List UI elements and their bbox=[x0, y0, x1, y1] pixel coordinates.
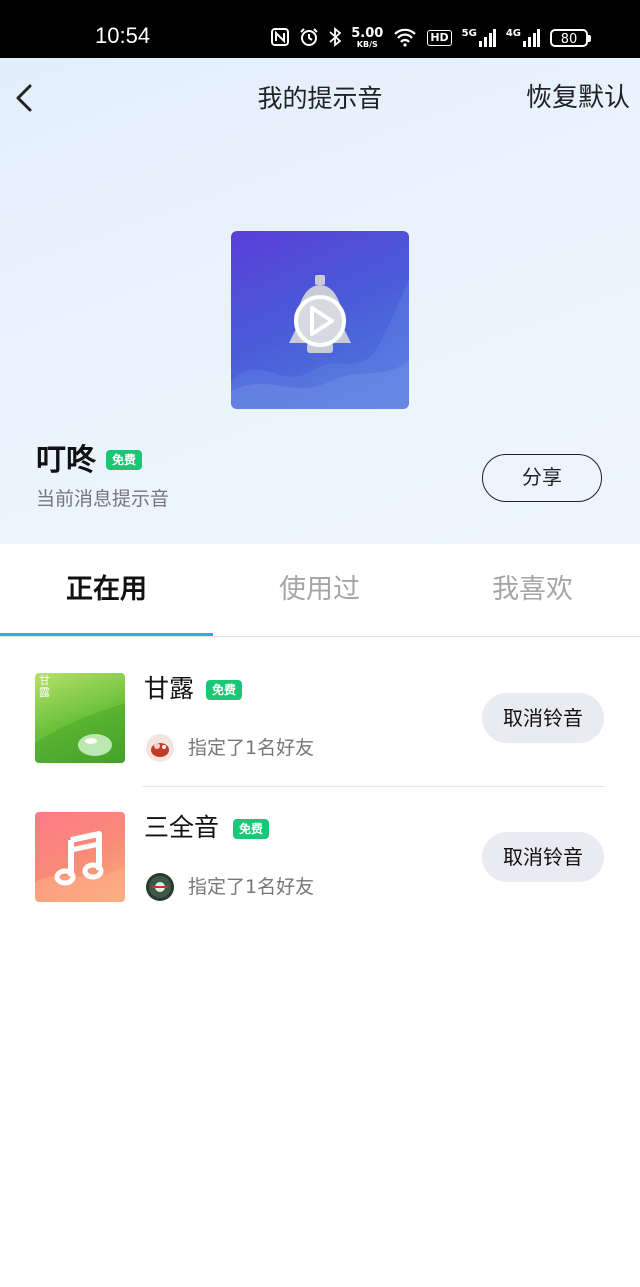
cancel-ringtone-button[interactable]: 取消铃音 bbox=[482, 693, 604, 743]
tab-bar: 正在用 使用过 我喜欢 bbox=[0, 544, 640, 637]
tone-name: 三全音 bbox=[144, 813, 220, 842]
tone-thumbnail: 甘露 bbox=[35, 673, 125, 763]
free-badge: 免费 bbox=[233, 819, 270, 839]
tab-used[interactable]: 使用过 bbox=[213, 544, 426, 636]
signal-5g-icon: 5G bbox=[462, 29, 496, 47]
tone-name: 甘露 bbox=[144, 674, 195, 703]
status-icons: 5.00 KB/S HD 5G 4G 80 bbox=[271, 24, 591, 52]
battery-icon: 80 bbox=[550, 29, 591, 47]
assigned-friends-text: 指定了1名好友 bbox=[188, 876, 315, 898]
signal-4g-icon: 4G bbox=[506, 29, 540, 47]
net-speed-unit: KB/S bbox=[356, 40, 378, 49]
tone-thumbnail bbox=[35, 812, 125, 902]
alarm-icon bbox=[299, 27, 319, 50]
current-tone-name: 叮咚 bbox=[36, 443, 96, 478]
tab-favorites[interactable]: 我喜欢 bbox=[426, 544, 639, 636]
list-item[interactable]: 三全音 免费 指定了1名好友 取消铃音 bbox=[0, 776, 640, 915]
free-badge: 免费 bbox=[106, 450, 143, 470]
wifi-icon bbox=[393, 27, 417, 50]
nfc-icon bbox=[271, 27, 290, 49]
bluetooth-icon bbox=[329, 26, 342, 50]
cover-graphic bbox=[231, 275, 409, 409]
status-bar: 10:54 5.00 KB/S HD 5G 4G 80 bbox=[0, 0, 640, 58]
tone-cover-art[interactable] bbox=[231, 231, 409, 409]
free-badge: 免费 bbox=[206, 680, 243, 700]
list-item[interactable]: 甘露 甘露 免费 指定了1名好友 取消铃音 bbox=[0, 637, 640, 776]
music-note-icon bbox=[35, 831, 125, 902]
cancel-ringtone-button[interactable]: 取消铃音 bbox=[482, 832, 604, 882]
current-tone-subtitle: 当前消息提示音 bbox=[36, 488, 170, 510]
tab-indicator bbox=[0, 633, 213, 636]
signal-4g-label: 4G bbox=[505, 28, 521, 39]
friend-avatar bbox=[146, 873, 174, 901]
net-speed-value: 5.00 bbox=[351, 26, 384, 41]
hero-section: 我的提示音 恢复默认 叮咚 免费 当前消息提示音 分享 bbox=[0, 58, 640, 544]
signal-5g-label: 5G bbox=[461, 28, 477, 39]
assigned-friends-text: 指定了1名好友 bbox=[188, 737, 315, 759]
restore-default-button[interactable]: 恢复默认 bbox=[526, 80, 630, 116]
friend-avatar bbox=[146, 734, 174, 762]
hd-icon: HD bbox=[427, 30, 452, 46]
net-speed: 5.00 KB/S bbox=[351, 27, 383, 49]
water-drop-icon bbox=[35, 703, 125, 763]
share-button[interactable]: 分享 bbox=[482, 454, 602, 502]
status-time: 10:54 bbox=[95, 23, 151, 48]
tab-in-use[interactable]: 正在用 bbox=[0, 544, 213, 636]
